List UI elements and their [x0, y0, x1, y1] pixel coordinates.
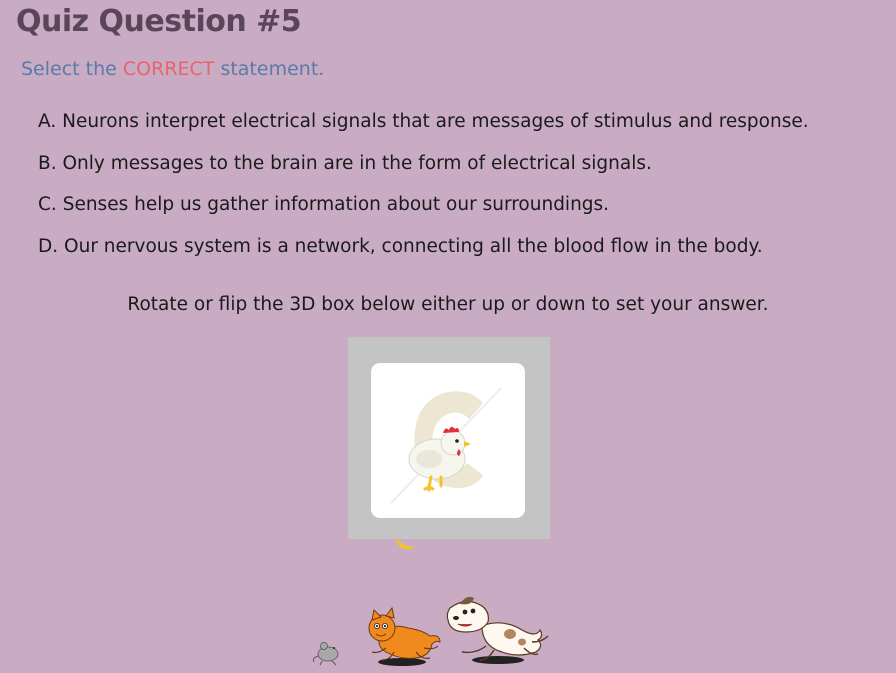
cat-icon — [368, 606, 441, 666]
instruction-emphasis: CORRECT — [122, 58, 215, 80]
option-text: Only messages to the brain are in the fo… — [62, 152, 652, 174]
quiz-instruction: Select the CORRECT statement. — [21, 58, 324, 80]
option-b: B. Only messages to the brain are in the… — [38, 150, 809, 192]
option-d: D. Our nervous system is a network, conn… — [38, 233, 809, 275]
instruction-prefix: Select the — [21, 58, 117, 80]
answer-box-face[interactable] — [371, 363, 525, 518]
option-letter: A. — [38, 111, 57, 132]
running-animals — [313, 596, 549, 666]
option-text: Neurons interpret electrical signals tha… — [62, 111, 809, 132]
option-c: C. Senses help us gather information abo… — [38, 191, 809, 233]
instruction-suffix: statement. — [220, 58, 325, 80]
option-letter: D. — [38, 235, 59, 257]
option-text: Senses help us gather information about … — [62, 194, 610, 215]
option-text: Our nervous system is a network, connect… — [64, 235, 763, 257]
answer-box-3d[interactable] — [348, 337, 550, 539]
rotate-hint: Rotate or flip the 3D box below either u… — [127, 294, 769, 315]
crescent-moon-icon — [396, 538, 417, 550]
quiz-title: Quiz Question #5 — [16, 4, 302, 39]
option-letter: B. — [38, 152, 57, 174]
option-letter: C. — [38, 194, 57, 215]
option-a: A. Neurons interpret electrical signals … — [38, 108, 809, 150]
dog-icon — [446, 596, 549, 664]
answer-options: A. Neurons interpret electrical signals … — [38, 108, 809, 274]
mouse-icon — [313, 642, 339, 666]
